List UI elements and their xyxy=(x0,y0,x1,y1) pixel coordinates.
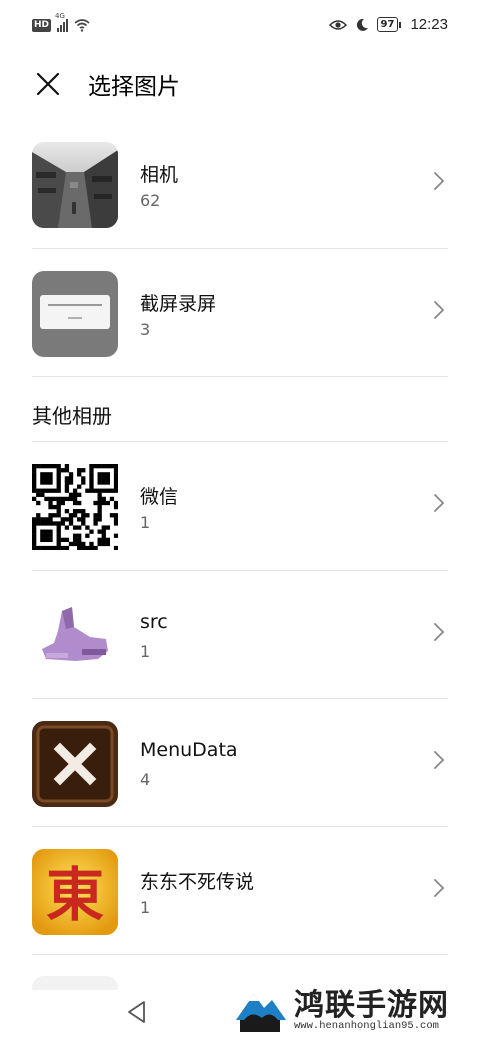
chevron-right-icon xyxy=(434,879,445,897)
album-count: 1 xyxy=(140,513,151,532)
close-icon[interactable] xyxy=(30,66,66,102)
battery-icon: 97 xyxy=(376,17,402,32)
album-row-menudata[interactable]: MenuData 4 xyxy=(32,699,448,827)
wifi-icon xyxy=(74,19,90,32)
album-name: src xyxy=(140,611,168,633)
album-name: 相机 xyxy=(140,164,179,186)
chevron-right-icon xyxy=(434,301,445,319)
album-thumbnail-game: 東 xyxy=(32,849,118,935)
album-thumbnail-camera xyxy=(32,142,118,228)
album-thumbnail-src xyxy=(32,593,118,679)
album-name: 微信 xyxy=(140,486,179,508)
album-count: 1 xyxy=(140,642,151,661)
album-row-screenshots[interactable]: 截屏录屏 3 xyxy=(32,249,448,377)
clock: 12:23 xyxy=(410,16,448,33)
watermark-logo-icon xyxy=(232,980,288,1034)
page-title: 选择图片 xyxy=(88,74,180,100)
album-count: 3 xyxy=(140,320,151,339)
album-count: 1 xyxy=(140,898,151,917)
watermark-title: 鸿联手游网 xyxy=(294,988,449,1023)
album-row-game[interactable]: 東 东东不死传说 1 xyxy=(32,827,448,955)
watermark-url: www.henanhonglian95.com xyxy=(294,1020,439,1032)
album-name: 东东不死传说 xyxy=(140,871,255,893)
chevron-right-icon xyxy=(434,494,445,512)
album-row-camera[interactable]: 相机 62 xyxy=(32,120,448,248)
section-title-other-albums: 其他相册 xyxy=(32,404,112,428)
divider xyxy=(32,954,448,955)
hd-icon: HD xyxy=(32,18,52,32)
game-logo-char: 東 xyxy=(46,861,104,929)
album-name: 截屏录屏 xyxy=(140,293,217,315)
album-count: 62 xyxy=(140,191,161,210)
album-name: MenuData xyxy=(140,739,238,761)
chevron-right-icon xyxy=(434,751,445,769)
back-nav-icon[interactable] xyxy=(124,998,150,1026)
chevron-right-icon xyxy=(434,623,445,641)
moon-icon xyxy=(356,18,368,31)
divider xyxy=(32,376,448,377)
album-thumbnail-qr-code xyxy=(32,464,118,550)
eye-icon xyxy=(328,19,347,30)
album-row-src[interactable]: src 1 xyxy=(32,571,448,699)
app-header: 选择图片 xyxy=(0,54,480,114)
signal-icon: 4G xyxy=(55,12,69,32)
watermark: 鸿联手游网 www.henanhonglian95.com xyxy=(232,980,472,1036)
album-thumbnail-menudata xyxy=(32,721,118,807)
chevron-right-icon xyxy=(434,172,445,190)
status-bar: HD 4G 97 12:23 xyxy=(0,0,480,54)
album-row-wechat[interactable]: 微信 1 xyxy=(32,442,448,570)
album-count: 4 xyxy=(140,770,151,789)
album-thumbnail-screenshots xyxy=(32,271,118,357)
network-type-label: 4G xyxy=(55,12,65,20)
